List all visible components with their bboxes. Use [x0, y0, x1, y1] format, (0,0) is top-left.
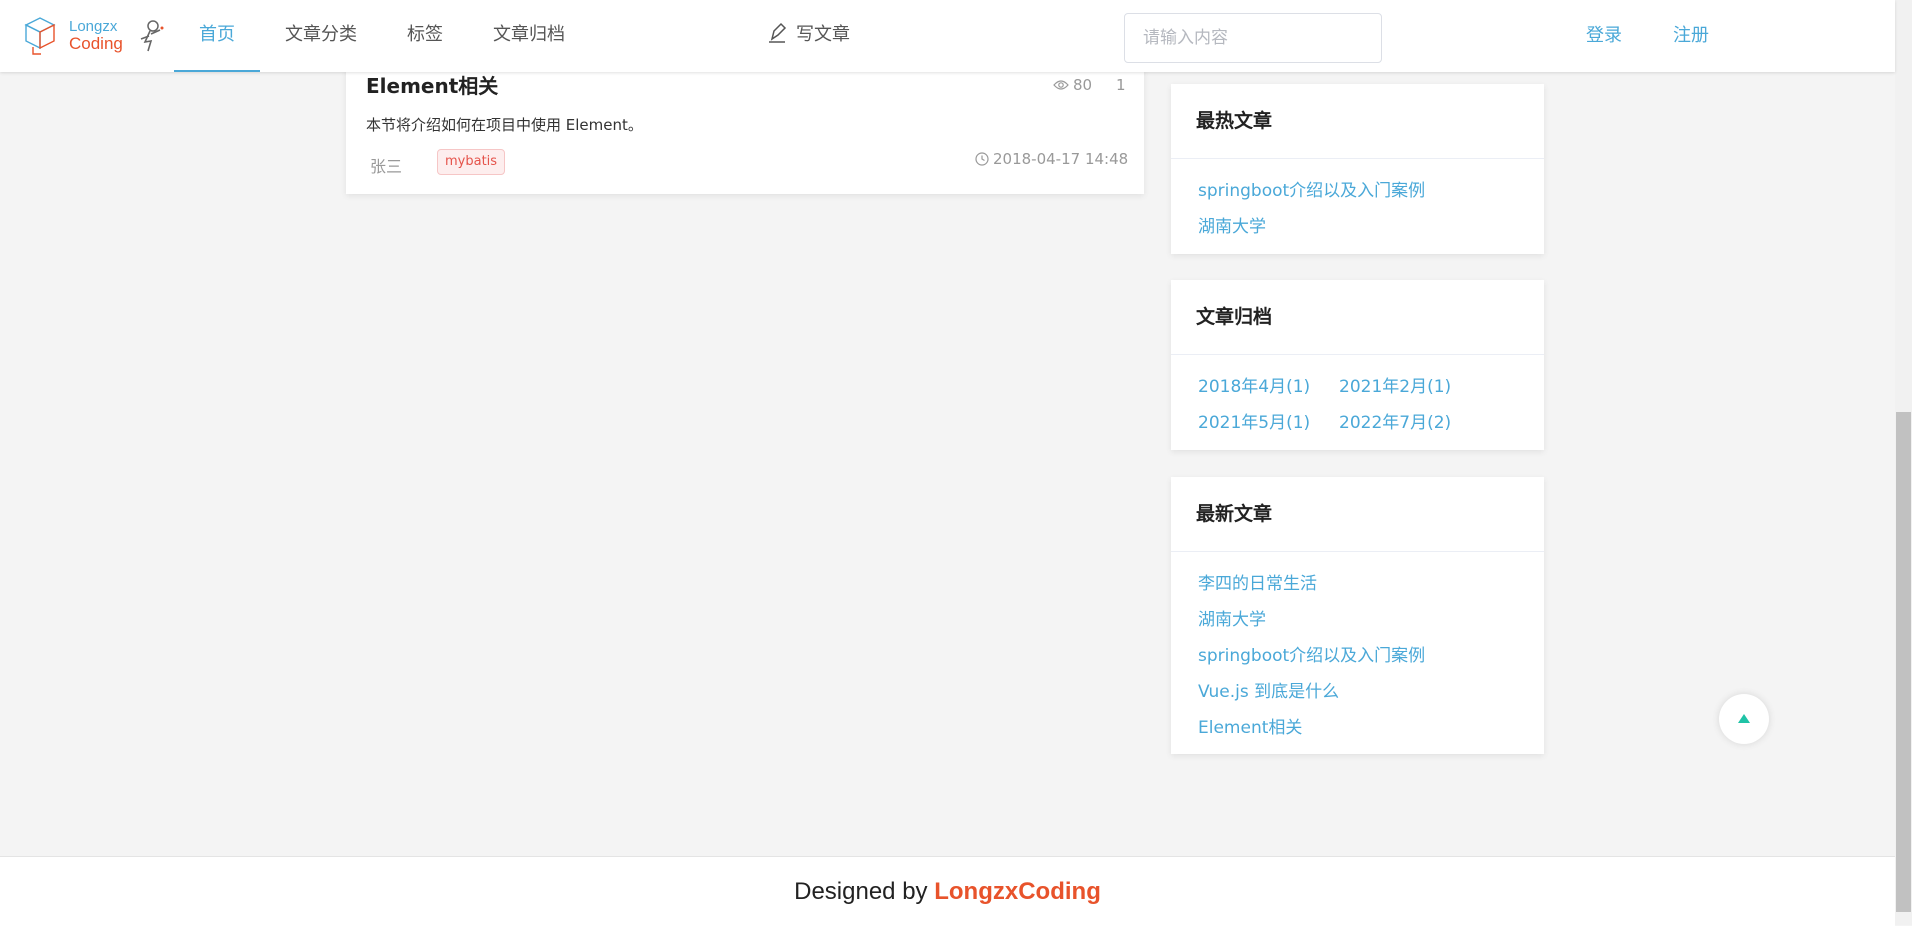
main-nav: 首页 文章分类 标签 文章归档: [174, 0, 590, 72]
article-card[interactable]: Element相关 80 1 本节将介绍如何在项目中使用 Element。 张三…: [346, 56, 1144, 194]
article-comments-count: 1: [1116, 76, 1126, 94]
archives-card: 文章归档 2018年4月(1) 2021年2月(1) 2021年5月(1) 20…: [1171, 280, 1544, 450]
search-box: [1124, 13, 1382, 63]
eye-icon: [1053, 79, 1069, 90]
pen-icon: [769, 22, 787, 43]
login-link[interactable]: 登录: [1586, 0, 1622, 72]
register-link[interactable]: 注册: [1673, 0, 1709, 72]
nav-categories[interactable]: 文章分类: [260, 0, 382, 72]
hot-article-link[interactable]: 湖南大学: [1198, 209, 1544, 245]
top-header: Longzx Coding 首页 文章分类 标签 文章归档 写文章 登录 注册: [0, 0, 1895, 72]
article-summary: 本节将介绍如何在项目中使用 Element。: [366, 116, 643, 134]
new-article-link[interactable]: Vue.js 到底是什么: [1198, 674, 1544, 710]
back-to-top-button[interactable]: [1719, 694, 1769, 744]
new-article-link[interactable]: springboot介绍以及入门案例: [1198, 638, 1544, 674]
write-article-label: 写文章: [796, 24, 850, 45]
new-article-link[interactable]: 李四的日常生活: [1198, 566, 1544, 602]
new-article-link[interactable]: 湖南大学: [1198, 602, 1544, 638]
footer-brand: LongzxCoding: [934, 878, 1101, 905]
hot-article-link[interactable]: springboot介绍以及入门案例: [1198, 173, 1544, 209]
clock-icon: [975, 151, 989, 166]
nav-home[interactable]: 首页: [174, 0, 260, 72]
article-author: 张三: [370, 157, 403, 176]
logo-text-line1: Longzx: [69, 18, 118, 35]
footer-prefix: Designed by: [794, 878, 935, 905]
article-date-text: 2018-04-17 14:48: [993, 150, 1129, 168]
article-title[interactable]: Element相关: [366, 70, 498, 99]
site-logo[interactable]: Longzx Coding: [20, 14, 170, 58]
archive-link[interactable]: 2022年7月(2): [1339, 405, 1480, 441]
write-article-button[interactable]: 写文章: [766, 0, 850, 72]
vertical-scrollbar[interactable]: [1895, 0, 1912, 925]
new-articles-title: 最新文章: [1171, 477, 1544, 552]
article-date: 2018-04-17 14:48: [975, 150, 1128, 168]
archive-link[interactable]: 2021年2月(1): [1339, 369, 1480, 405]
page-footer: Designed by LongzxCoding: [0, 856, 1895, 926]
astronaut-icon: [140, 20, 164, 52]
archives-title: 文章归档: [1171, 280, 1544, 355]
scrollbar-thumb[interactable]: [1896, 412, 1911, 912]
nav-tags[interactable]: 标签: [382, 0, 468, 72]
new-articles-card: 最新文章 李四的日常生活 湖南大学 springboot介绍以及入门案例 Vue…: [1171, 477, 1544, 754]
logo-text-line2: Coding: [69, 34, 123, 53]
new-article-link[interactable]: Element相关: [1198, 710, 1544, 746]
hot-articles-card: 最热文章 springboot介绍以及入门案例 湖南大学: [1171, 84, 1544, 254]
caret-up-icon: [1738, 714, 1750, 723]
article-views-count: 80: [1073, 76, 1093, 94]
search-input[interactable]: [1125, 14, 1381, 62]
hot-articles-title: 最热文章: [1171, 84, 1544, 159]
nav-archives[interactable]: 文章归档: [468, 0, 590, 72]
article-views: 80: [1053, 76, 1092, 94]
cube-logo-icon: [24, 17, 56, 55]
archive-link[interactable]: 2018年4月(1): [1198, 369, 1339, 405]
article-tag[interactable]: mybatis: [437, 149, 506, 175]
archive-link[interactable]: 2021年5月(1): [1198, 405, 1339, 441]
